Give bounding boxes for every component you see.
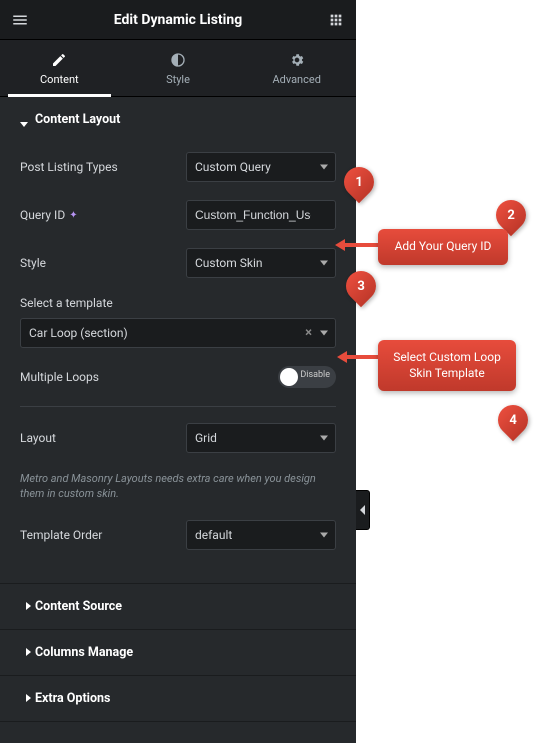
section-title: Columns Manage bbox=[35, 645, 133, 660]
section-content-source: Content Source bbox=[0, 584, 356, 630]
caret-right-icon bbox=[20, 649, 27, 656]
panel-body: Content Layout Post Listing Types Custom… bbox=[0, 97, 356, 722]
section-header[interactable]: Content Layout bbox=[0, 97, 356, 142]
section-content-layout: Content Layout Post Listing Types Custom… bbox=[0, 97, 356, 584]
select-post-listing-types[interactable]: Custom Query bbox=[186, 152, 336, 182]
select-style[interactable]: Custom Skin bbox=[186, 248, 336, 278]
caret-right-icon bbox=[20, 603, 27, 610]
select-value: Grid bbox=[186, 423, 336, 453]
toggle-multiple-loops[interactable]: Disable bbox=[278, 366, 336, 388]
control-style: Style Custom Skin bbox=[20, 248, 336, 278]
select-value: default bbox=[186, 520, 336, 550]
control-select-template: Select a template Car Loop (section) × bbox=[20, 296, 336, 348]
control-label: Template Order bbox=[20, 528, 102, 542]
tab-advanced[interactable]: Advanced bbox=[237, 40, 356, 96]
chevron-down-icon bbox=[320, 331, 328, 336]
tab-label: Style bbox=[166, 73, 190, 86]
control-label: Post Listing Types bbox=[20, 160, 118, 174]
contrast-icon bbox=[170, 52, 186, 68]
tabs: Content Style Advanced bbox=[0, 40, 356, 97]
tab-label: Content bbox=[40, 73, 79, 86]
toggle-knob bbox=[280, 368, 298, 386]
select-template[interactable]: Car Loop (section) × bbox=[20, 318, 336, 348]
caret-down-icon bbox=[20, 116, 27, 123]
section-title: Extra Options bbox=[35, 691, 110, 706]
control-label: Layout bbox=[20, 431, 56, 445]
divider bbox=[20, 406, 336, 407]
gear-icon bbox=[289, 52, 305, 68]
annotation-badge-4: 4 bbox=[492, 399, 534, 441]
section-title: Content Source bbox=[35, 599, 122, 614]
collapse-panel-tab[interactable] bbox=[356, 490, 370, 530]
annotation-arrow-2 bbox=[345, 355, 378, 359]
query-id-input[interactable] bbox=[186, 200, 336, 230]
control-multiple-loops: Multiple Loops Disable bbox=[20, 366, 336, 388]
select-value: Car Loop (section) bbox=[20, 318, 336, 348]
editor-panel: Edit Dynamic Listing Content Style Advan… bbox=[0, 0, 356, 743]
control-label: Query ID ✦ bbox=[20, 208, 78, 222]
label-text: Query ID bbox=[20, 208, 65, 222]
annotation-callout-query-id: Add Your Query ID bbox=[378, 229, 508, 265]
section-columns-manage: Columns Manage bbox=[0, 630, 356, 676]
section-body: Post Listing Types Custom Query Query ID… bbox=[0, 142, 356, 583]
select-template-order[interactable]: default bbox=[186, 520, 336, 550]
control-layout: Layout Grid bbox=[20, 423, 336, 453]
tab-label: Advanced bbox=[272, 73, 320, 86]
control-template-order: Template Order default bbox=[20, 520, 336, 550]
select-layout[interactable]: Grid bbox=[186, 423, 336, 453]
section-header[interactable]: Content Source bbox=[0, 584, 356, 629]
input-wrap bbox=[186, 200, 336, 230]
pencil-icon bbox=[51, 52, 67, 68]
annotation-arrow-1 bbox=[343, 243, 378, 247]
control-post-listing-types: Post Listing Types Custom Query bbox=[20, 152, 336, 182]
section-header[interactable]: Columns Manage bbox=[0, 630, 356, 675]
caret-right-icon bbox=[20, 695, 27, 702]
select-value: Custom Query bbox=[186, 152, 336, 182]
section-title: Content Layout bbox=[35, 112, 120, 127]
control-label: Select a template bbox=[20, 296, 336, 310]
panel-title: Edit Dynamic Listing bbox=[114, 12, 242, 28]
toggle-state: Disable bbox=[300, 370, 330, 380]
tab-style[interactable]: Style bbox=[119, 40, 238, 96]
toggle-wrap: Disable bbox=[186, 366, 336, 388]
select-value: Custom Skin bbox=[186, 248, 336, 278]
tab-content[interactable]: Content bbox=[0, 40, 119, 96]
control-label: Style bbox=[20, 256, 46, 270]
section-header[interactable]: Extra Options bbox=[0, 676, 356, 721]
panel-header: Edit Dynamic Listing bbox=[0, 0, 356, 40]
apps-icon[interactable] bbox=[326, 10, 346, 30]
control-query-id: Query ID ✦ bbox=[20, 200, 336, 230]
section-extra-options: Extra Options bbox=[0, 676, 356, 722]
control-label: Multiple Loops bbox=[20, 370, 99, 384]
clear-icon[interactable]: × bbox=[305, 326, 312, 341]
dynamic-icon: ✦ bbox=[69, 210, 77, 221]
hint-text: Metro and Masonry Layouts needs extra ca… bbox=[20, 471, 336, 502]
chevron-left-icon bbox=[360, 505, 365, 515]
annotation-callout-template: Select Custom Loop Skin Template bbox=[378, 340, 516, 391]
menu-icon[interactable] bbox=[10, 10, 30, 30]
